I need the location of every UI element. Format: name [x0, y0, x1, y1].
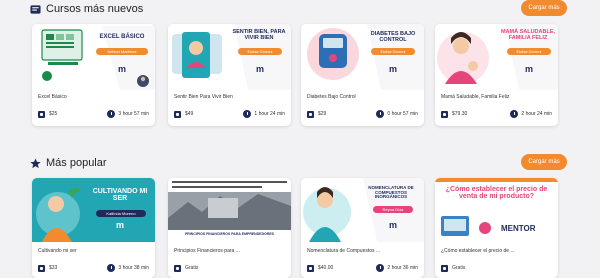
teacher-pill: Nelson Martínez	[96, 48, 148, 55]
course-duration: 3 hour 57 min	[107, 110, 149, 118]
teacher-pill: Eloisa Gómez	[507, 48, 551, 55]
course-meta: $25 3 hour 57 min	[38, 109, 149, 119]
course-meta: Gratis	[441, 263, 552, 273]
course-title[interactable]: Excel Básico	[38, 94, 67, 100]
banner-title: MAMÁ SALUDABLE, FAMILIA FELIZ	[500, 29, 556, 41]
course-title[interactable]: Diabetes Bajo Control	[307, 94, 356, 100]
course-duration: 2 hour 24 min	[510, 110, 552, 118]
course-thumbnail: EXCEL BÁSICO Nelson Martínez m	[32, 24, 155, 90]
teacher-avatar	[137, 75, 149, 87]
banner-title: DIABETES BAJO CONTROL	[370, 31, 416, 43]
course-duration: 3 hour 38 min	[107, 264, 149, 272]
banner-title: ¿Cómo establecer el precio de venta de m…	[445, 186, 548, 201]
clock-icon	[107, 110, 116, 118]
course-title[interactable]: Nomenclatura de Compuestos ...	[307, 248, 380, 254]
course-thumbnail: NOMENCLATURA DE COMPUESTOS INORGÁNICOS R…	[301, 178, 424, 242]
course-price: $49	[174, 110, 193, 118]
course-price: Gratis	[441, 264, 465, 272]
course-title[interactable]: Principios Financieros para ...	[174, 248, 240, 254]
banner-title: PRINCIPIOS FINANCIEROS PARA EMPRENDEDORE…	[184, 232, 275, 236]
course-card[interactable]: PRINCIPIOS FINANCIEROS PARA EMPRENDEDORE…	[168, 178, 291, 278]
course-meta: $33 3 hour 38 min	[38, 263, 149, 273]
course-thumbnail: DIABETES BAJO CONTROL Eloisa Gómez m	[301, 24, 424, 90]
course-meta: Gratis	[174, 263, 285, 273]
course-card[interactable]: ¿Cómo establecer el precio de venta de m…	[435, 178, 558, 278]
clock-icon	[243, 110, 252, 118]
price-tag-icon	[38, 264, 45, 272]
course-thumbnail: SENTIR BIEN, PARA VIVIR BIEN Eloisa Góme…	[168, 24, 291, 90]
mentor-logo: m	[525, 64, 534, 74]
teacher-pill: Eloisa Gómez	[238, 48, 282, 55]
teacher-pill: Reyna Díaz	[373, 206, 413, 213]
clock-icon	[376, 264, 385, 272]
course-price: $79.30	[441, 110, 467, 118]
course-card[interactable]: MAMÁ SALUDABLE, FAMILIA FELIZ Eloisa Góm…	[435, 24, 558, 126]
teacher-pill: Eloisa Gómez	[371, 48, 415, 55]
course-price: Gratis	[174, 264, 198, 272]
course-card[interactable]: NOMENCLATURA DE COMPUESTOS INORGÁNICOS R…	[301, 178, 424, 278]
course-meta: $49 1 hour 24 min	[174, 109, 285, 119]
course-thumbnail: MAMÁ SALUDABLE, FAMILIA FELIZ Eloisa Góm…	[435, 24, 558, 90]
price-tag-icon	[307, 110, 314, 118]
price-tag-icon	[307, 264, 314, 272]
course-meta: $79.30 2 hour 24 min	[441, 109, 552, 119]
course-thumbnail: PRINCIPIOS FINANCIEROS PARA EMPRENDEDORE…	[168, 178, 291, 242]
banner-title: SENTIR BIEN, PARA VIVIR BIEN	[232, 29, 286, 41]
course-card[interactable]: DIABETES BAJO CONTROL Eloisa Gómez m Dia…	[301, 24, 424, 126]
course-duration: 0 hour 57 min	[376, 110, 418, 118]
course-price: $29	[307, 110, 326, 118]
course-card[interactable]: CULTIVANDO MI SER Katlinda Moreno m Cult…	[32, 178, 155, 278]
mentor-logo: m	[118, 64, 127, 74]
mentor-logo: MENTOR	[501, 224, 536, 233]
clock-icon	[107, 264, 116, 272]
course-price: $33	[38, 264, 57, 272]
price-tag-icon	[441, 110, 448, 118]
price-tag-icon	[38, 110, 45, 118]
course-meta: $40.00 2 hour 36 min	[307, 263, 418, 273]
mentor-logo: m	[389, 220, 398, 230]
price-tag-icon	[441, 264, 448, 272]
course-title[interactable]: Cultivando mi ser	[38, 248, 77, 254]
mentor-logo: m	[256, 64, 265, 74]
teacher-pill: Katlinda Moreno	[96, 210, 146, 217]
course-duration: 2 hour 36 min	[376, 264, 418, 272]
course-duration: 1 hour 24 min	[243, 110, 285, 118]
clock-icon	[510, 110, 519, 118]
course-title[interactable]: ¿Cómo establecer el precio de ...	[441, 248, 515, 254]
banner-title: NOMENCLATURA DE COMPUESTOS INORGÁNICOS	[368, 185, 414, 200]
course-card[interactable]: SENTIR BIEN, PARA VIVIR BIEN Eloisa Góme…	[168, 24, 291, 126]
banner-title: CULTIVANDO MI SER	[92, 188, 148, 203]
course-meta: $29 0 hour 57 min	[307, 109, 418, 119]
course-thumbnail: CULTIVANDO MI SER Katlinda Moreno m	[32, 178, 155, 242]
course-card[interactable]: EXCEL BÁSICO Nelson Martínez m Excel Bás…	[32, 24, 155, 126]
course-title[interactable]: Sentir Bien Para Vivir Bien	[174, 94, 233, 100]
course-title[interactable]: Mamá Saludable, Familia Feliz	[441, 94, 509, 100]
mentor-logo: m	[389, 64, 398, 74]
course-price: $40.00	[307, 264, 333, 272]
banner-title: EXCEL BÁSICO	[99, 34, 145, 40]
price-tag-icon	[174, 110, 181, 118]
course-price: $25	[38, 110, 57, 118]
price-tag-icon	[174, 264, 181, 272]
mentor-logo: m	[116, 220, 125, 230]
course-thumbnail: ¿Cómo establecer el precio de venta de m…	[435, 178, 558, 242]
clock-icon	[376, 110, 385, 118]
